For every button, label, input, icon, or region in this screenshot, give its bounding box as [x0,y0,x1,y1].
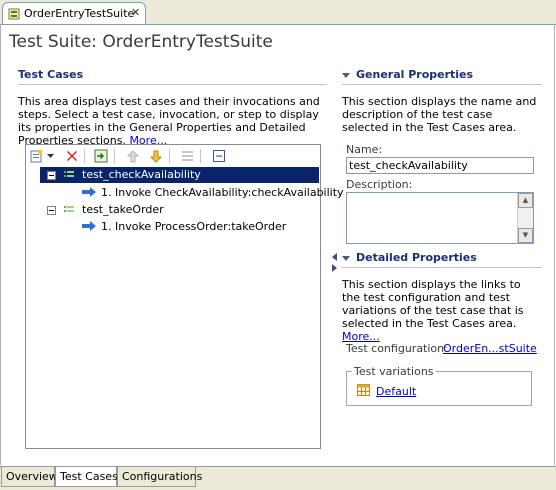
scroll-up-icon[interactable]: ▲ [518,193,533,208]
toolbar-separator [200,149,201,163]
new-item-icon [30,149,43,163]
twisty-expanded-icon[interactable] [342,255,350,261]
collapse-toggle-icon[interactable] [47,206,56,215]
tree-item-test-case[interactable]: test_checkAvailability [40,167,319,183]
tree-item-label: 1. Invoke ProcessOrder:takeOrder [101,220,287,233]
delete-icon [67,151,77,161]
tree-item-invocation[interactable]: 1. Invoke CheckAvailability:checkAvailab… [40,185,344,201]
twisty-expanded-icon[interactable] [342,72,350,78]
list-icon [181,151,193,161]
arrow-up-icon [127,149,139,162]
test-cases-description: This area displays test cases and their … [18,95,330,147]
general-properties-divider [342,84,542,85]
sash-left-arrow-icon[interactable] [332,253,337,261]
editor-tab[interactable]: OrderEntryTestSuite ✕ [2,2,146,24]
tab-configurations[interactable]: Configurations [117,467,202,487]
test-configuration-label: Test configuration: [346,342,448,355]
test-cases-title: Test Cases [18,68,84,81]
variation-default-link[interactable]: Default [376,385,416,398]
tree-item-test-case[interactable]: test_takeOrder [40,202,319,218]
collapse-all-button[interactable] [210,147,228,165]
detailed-properties-description-text: This section displays the links to the t… [342,278,524,330]
move-down-button[interactable] [147,147,165,165]
general-properties-description: This section displays the name and descr… [342,95,537,134]
arrow-down-icon [150,150,162,163]
name-label: Name: [346,143,383,156]
page-title: Test Suite: OrderEntryTestSuite [9,32,273,52]
editor-tab-bar: OrderEntryTestSuite ✕ [0,0,556,25]
tree-item-label: test_checkAvailability [82,168,201,181]
description-scrollbar[interactable]: ▲ ▼ [517,193,533,243]
tree-item-label: test_takeOrder [82,203,164,216]
detailed-properties-title: Detailed Properties [356,251,477,264]
scroll-down-icon[interactable]: ▼ [518,228,533,243]
collapse-icon [213,150,225,162]
test-suite-icon [8,8,20,20]
move-up-button[interactable] [124,147,142,165]
toolbar-separator [169,149,170,163]
close-icon[interactable]: ✕ [131,6,140,19]
detailed-properties-divider [342,267,542,268]
import-icon [94,149,108,163]
tab-overview[interactable]: Overview [1,467,58,487]
test-cases-description-text: This area displays test cases and their … [18,95,320,147]
test-case-icon [64,171,74,177]
add-test-case-button[interactable] [28,147,46,165]
page-tab-bar: Overview Test Cases Configurations [0,466,556,490]
test-cases-divider [18,84,327,85]
invocation-arrow-icon [82,221,96,231]
detailed-properties-header[interactable]: Detailed Properties [342,251,477,264]
description-label: Description: [346,178,413,191]
test-case-icon [64,206,74,212]
general-properties-header[interactable]: General Properties [342,68,473,81]
delete-button[interactable] [63,147,81,165]
test-variations-legend: Test variations [352,365,436,378]
tree-item-invocation[interactable]: 1. Invoke ProcessOrder:takeOrder [40,219,319,235]
editor-tab-label: OrderEntryTestSuite [24,7,135,20]
general-properties-title: General Properties [356,68,474,81]
toolbar-separator [84,149,85,163]
collapse-toggle-icon[interactable] [47,171,56,180]
expand-all-button[interactable] [178,147,196,165]
name-field[interactable] [346,157,534,174]
chevron-down-icon [46,154,54,158]
tree-item-label: 1. Invoke CheckAvailability:checkAvailab… [101,186,344,199]
invocation-arrow-icon [82,187,96,197]
tab-test-cases[interactable]: Test Cases [55,467,118,487]
import-button[interactable] [92,147,110,165]
description-textarea[interactable]: ▲ ▼ [346,192,534,244]
add-dropdown-button[interactable] [45,147,55,165]
sash-right-arrow-icon[interactable] [332,264,337,272]
detailed-properties-description: This section displays the links to the t… [342,278,542,343]
test-configuration-link[interactable]: OrderEn...stSuite [443,342,537,355]
toolbar-separator [114,149,115,163]
table-icon [357,384,370,396]
